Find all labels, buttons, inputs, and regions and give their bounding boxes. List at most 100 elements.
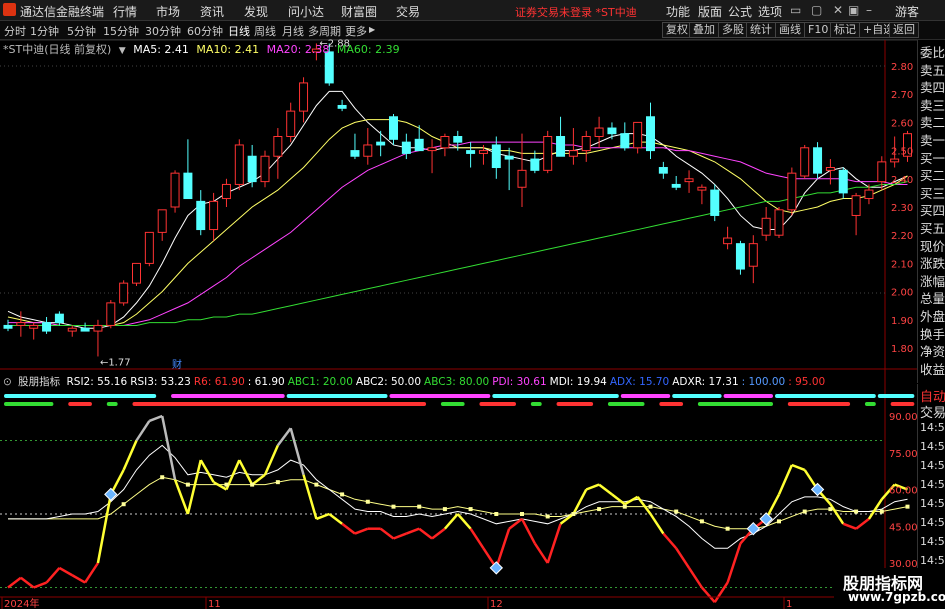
rsi-line-segment [598, 483, 613, 496]
indicator-value: ADXR: 17.31 [672, 376, 739, 388]
rsi-line-segment [469, 528, 485, 549]
trade-time: 14:55 [920, 554, 945, 567]
rsi-line-segment [520, 518, 536, 544]
signal-bar [389, 394, 491, 398]
candle-body [568, 150, 578, 157]
quote-panel-label: 涨幅 [920, 273, 945, 289]
rsi-line-segment [328, 513, 343, 525]
indicator-square [442, 507, 447, 512]
signal-bar [890, 402, 915, 406]
candle-body [350, 150, 360, 157]
indicator-value: ABC2: 50.00 [355, 376, 422, 388]
signal-bar [4, 402, 54, 406]
indicator-line-yellow [8, 476, 908, 530]
rsi-line-segment [456, 513, 472, 530]
candle-body [800, 147, 810, 177]
candle-body [16, 322, 26, 326]
indicator-square [545, 514, 550, 519]
indicator-value: ABC3: 80.00 [424, 376, 490, 388]
quote-panel-label: 现价 [920, 238, 945, 254]
rsi-line-segment [700, 586, 716, 604]
candle-body [29, 324, 39, 329]
indicator-square [725, 526, 730, 531]
date-tick-label: 12 [490, 599, 503, 609]
quote-panel-label: 卖四 [920, 80, 945, 96]
buy-signal-diamond-icon [104, 487, 118, 502]
legend-toggle-icon[interactable]: ▼ [119, 46, 126, 56]
candle-body [67, 327, 77, 332]
trade-label[interactable]: 交易 [920, 402, 945, 421]
signal-bar [492, 394, 619, 398]
indicator-square [494, 512, 499, 516]
candle-body [813, 147, 823, 174]
indicator-square [224, 482, 229, 487]
candle-body [157, 209, 167, 233]
indicator-value: ABC1: 20.00 [287, 376, 353, 388]
indicator-square [854, 509, 859, 514]
candle-body [144, 231, 154, 264]
quote-panel-label: 买五 [920, 221, 945, 236]
indicator-square [674, 509, 679, 514]
indicator-value: : 100.00 [741, 376, 786, 388]
quote-panel-label: 买四 [920, 203, 945, 219]
indicator-square [648, 504, 653, 509]
indicator-square [571, 512, 576, 516]
candle-body [723, 237, 733, 245]
watermark-url: www.7gpzb.com [848, 590, 945, 604]
signal-bar [286, 394, 388, 398]
indicator-toggle-icon[interactable]: ⊙ [3, 376, 12, 388]
chart-canvas[interactable]: 2.80 2.70 2.60 2.50 2.40 2.30 2.20 2.10 2.00 1.90… [0, 0, 945, 609]
candle-body [761, 217, 771, 236]
candle-body [54, 313, 64, 324]
trade-time: 14:54 [920, 421, 945, 434]
signal-bar [697, 402, 773, 406]
candle-body [851, 195, 861, 216]
signal-bar [530, 402, 542, 406]
rsi-line-segment [302, 474, 318, 520]
indicator-tick-label: 75.00 [889, 449, 918, 460]
indicator-square [905, 504, 910, 509]
candle-body [286, 110, 296, 138]
signal-bar [775, 394, 876, 398]
indicator-name[interactable]: 股朋指标 [18, 376, 60, 388]
candle-body [234, 144, 244, 185]
rsi-line-segment [186, 459, 202, 515]
indicator-tick-label: 45.00 [889, 522, 918, 533]
candle-body [42, 322, 52, 332]
rsi-line-segment [393, 532, 407, 540]
indicator-square [699, 519, 704, 524]
candle-body [684, 178, 694, 183]
rsi-line-segment [418, 527, 433, 540]
indicator-square [121, 502, 126, 507]
indicator-square [520, 512, 524, 516]
rsi-line-segment [842, 522, 857, 530]
candle-body [864, 189, 874, 200]
rsi-line-segment [96, 494, 113, 564]
signal-bar [479, 402, 516, 406]
price-tick-label: 2.80 [891, 62, 913, 73]
rsi-line-segment [7, 576, 22, 589]
candle-body [209, 200, 219, 231]
candle-body [106, 302, 116, 326]
candle-body [80, 327, 90, 332]
indicator-square [275, 480, 280, 485]
candle-body [3, 324, 13, 329]
price-tick-label: 2.00 [891, 288, 913, 299]
candle-body [427, 147, 437, 152]
signal-bar [4, 394, 157, 398]
quote-panel-label: 涨跌 [920, 256, 945, 272]
rsi-line-segment [122, 439, 138, 471]
candle-body [787, 172, 797, 211]
indicator-value: RSI2: 55.16 [66, 376, 128, 388]
candle-body [658, 167, 668, 174]
rsi-line-segment [20, 576, 35, 589]
candle-body [93, 324, 103, 332]
price-tick-label: 2.10 [891, 259, 913, 270]
rsi-line-segment [662, 532, 678, 550]
rsi-line-segment [33, 581, 47, 589]
rsi-line-segment [289, 427, 305, 476]
indicator-square [160, 475, 165, 480]
candle-body [838, 169, 848, 194]
indicator-square [777, 519, 781, 524]
date-tick-label: 1 [786, 599, 792, 609]
